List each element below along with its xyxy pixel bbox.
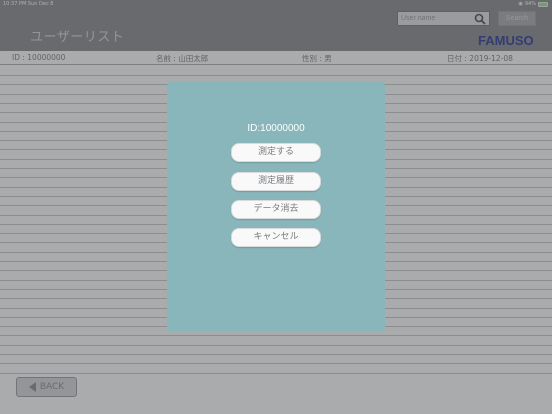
cancel-button[interactable]: キャンセル (231, 228, 321, 247)
modal-id-label: ID:10000000 (247, 123, 305, 134)
measure-history-button[interactable]: 測定履歴 (231, 172, 321, 191)
delete-data-button[interactable]: データ消去 (231, 200, 321, 219)
measure-button[interactable]: 測定する (231, 143, 321, 162)
user-action-modal: ID:10000000 測定する 測定履歴 データ消去 キャンセル (167, 82, 385, 332)
